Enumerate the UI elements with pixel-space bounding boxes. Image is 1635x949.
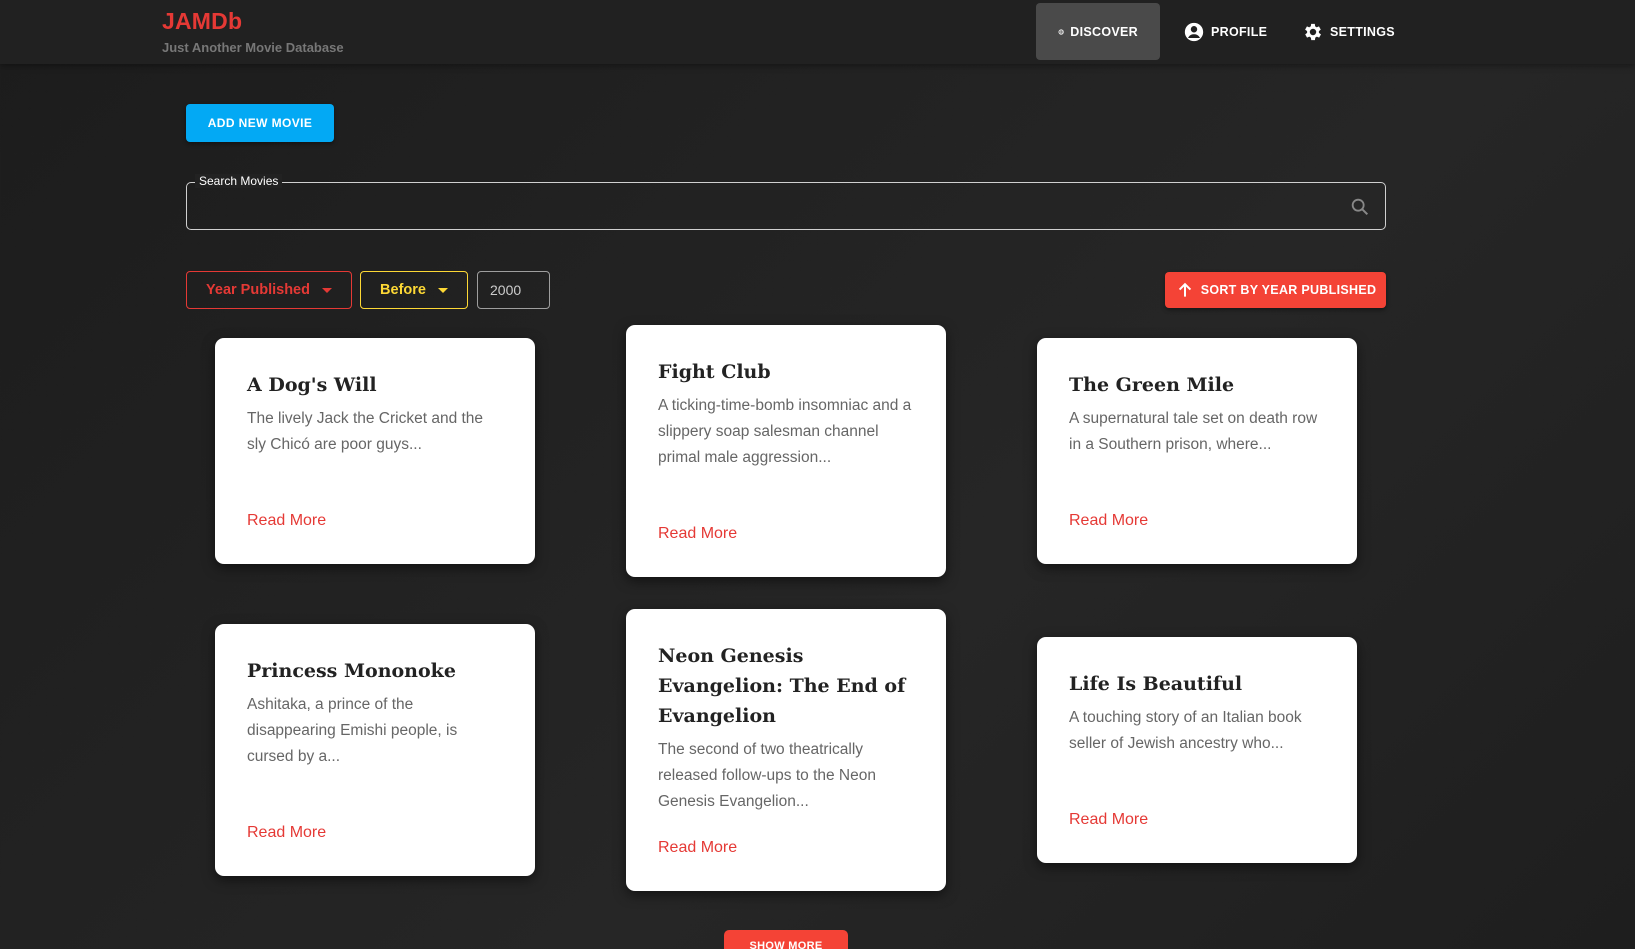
show-more-button[interactable]: SHOW MORE	[724, 930, 848, 949]
account-circle-icon	[1184, 22, 1204, 41]
sort-by-year-button[interactable]: SORT BY YEAR PUBLISHED	[1165, 272, 1386, 308]
comparator-dropdown[interactable]: Before	[360, 271, 468, 309]
movie-title: Princess Mononoke	[247, 660, 456, 682]
comparator-label: Before	[380, 282, 426, 298]
read-more-link[interactable]: Read More	[247, 824, 326, 842]
movie-description: The second of two theatrically released …	[658, 741, 876, 810]
movie-description: A touching story of an Italian book sell…	[1069, 709, 1302, 752]
caret-down-icon	[321, 287, 332, 293]
add-new-movie-button[interactable]: ADD NEW MOVIE	[186, 104, 334, 142]
movie-title: The Green Mile	[1069, 374, 1235, 396]
movie-card: Life Is Beautiful A touching story of an…	[1037, 637, 1357, 863]
nav-profile-button[interactable]: PROFILE	[1161, 3, 1289, 60]
nav-settings-label: SETTINGS	[1330, 24, 1395, 39]
movie-title: Neon Genesis Evangelion: The End of Evan…	[658, 645, 906, 727]
movie-description: A supernatural tale set on death row in …	[1069, 410, 1318, 453]
search-input[interactable]	[199, 191, 1299, 221]
read-more-link[interactable]: Read More	[1069, 512, 1148, 530]
year-published-label: Year Published	[206, 282, 310, 298]
year-published-dropdown[interactable]: Year Published	[186, 271, 352, 309]
movie-description: Ashitaka, a prince of the disappearing E…	[247, 696, 458, 765]
gear-icon	[1305, 23, 1321, 40]
movie-card: A Dog's Will The lively Jack the Cricket…	[215, 338, 535, 564]
movie-card: Princess Mononoke Ashitaka, a prince of …	[215, 624, 535, 876]
movie-card: Neon Genesis Evangelion: The End of Evan…	[626, 609, 946, 891]
year-input[interactable]	[477, 271, 550, 309]
brand-subtitle: Just Another Movie Database	[162, 40, 344, 55]
arrow-up-icon	[1178, 282, 1191, 297]
movie-description: A ticking-time-bomb insomniac and a slip…	[658, 397, 912, 466]
globe-icon	[1058, 28, 1064, 35]
read-more-link[interactable]: Read More	[658, 839, 737, 857]
search-field: Search Movies	[186, 174, 1386, 230]
nav-discover-label: DISCOVER	[1070, 24, 1138, 39]
brand-title[interactable]: JAMDb	[162, 8, 242, 35]
app-bar: JAMDb Just Another Movie Database DISCOV…	[0, 0, 1635, 64]
read-more-link[interactable]: Read More	[247, 512, 326, 530]
sort-label: SORT BY YEAR PUBLISHED	[1200, 283, 1377, 297]
movie-title: Fight Club	[658, 361, 771, 383]
caret-down-icon	[437, 287, 448, 293]
search-icon[interactable]	[1349, 196, 1371, 218]
movie-title: Life Is Beautiful	[1069, 673, 1243, 695]
read-more-link[interactable]: Read More	[658, 525, 737, 543]
movie-title: A Dog's Will	[247, 374, 377, 396]
nav-settings-button[interactable]: SETTINGS	[1280, 3, 1417, 60]
nav-profile-label: PROFILE	[1211, 24, 1268, 39]
nav-discover-button[interactable]: DISCOVER	[1036, 3, 1160, 60]
movie-card: The Green Mile A supernatural tale set o…	[1037, 338, 1357, 564]
read-more-link[interactable]: Read More	[1069, 811, 1148, 829]
movie-card: Fight Club A ticking-time-bomb insomniac…	[626, 325, 946, 577]
movie-description: The lively Jack the Cricket and the sly …	[247, 410, 484, 453]
search-label: Search Movies	[195, 174, 283, 188]
